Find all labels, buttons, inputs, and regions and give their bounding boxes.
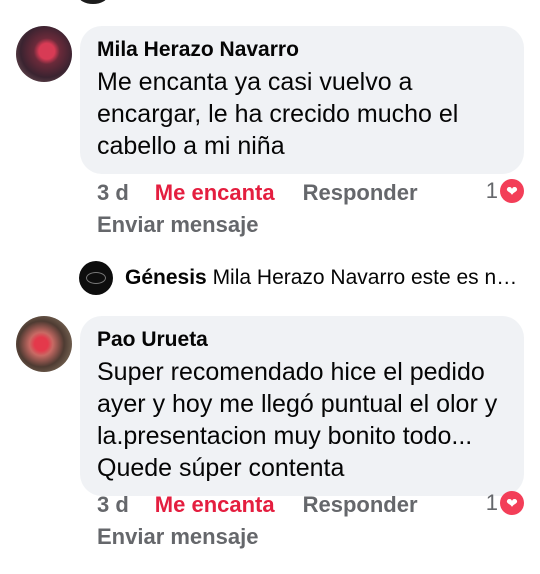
comment-timestamp[interactable]: 3 d	[97, 492, 129, 518]
heart-icon: ❤	[500, 179, 524, 203]
comment-text-line: Super recomendado hice el pedido	[97, 358, 485, 386]
reaction-count: 1	[485, 490, 498, 515]
reaction-summary[interactable]: 1 ❤	[486, 490, 524, 516]
reply-author: Génesis	[125, 266, 207, 289]
reply-preview-text: Génesis Mila Herazo Navarro este es nu..…	[125, 266, 520, 290]
reply-snippet: Mila Herazo Navarro este es nu...	[212, 266, 520, 289]
comment-author[interactable]: Mila Herazo Navarro	[97, 36, 508, 64]
reaction-summary[interactable]: 1 ❤	[486, 178, 524, 204]
comment-text-line: ayer y hoy me llegó puntual el olor y	[97, 390, 498, 418]
avatar[interactable]	[16, 26, 72, 82]
send-message-link[interactable]: Enviar mensaje	[97, 212, 258, 238]
comment-actions: 3 d Me encanta Responder	[97, 178, 418, 208]
reply-button[interactable]: Responder	[303, 492, 418, 518]
comment-author[interactable]: Pao Urueta	[97, 326, 508, 354]
avatar[interactable]	[16, 316, 72, 372]
comment-text-line: Me encanta ya casi vuelvo a	[97, 68, 413, 96]
comment-actions: 3 d Me encanta Responder	[97, 490, 418, 520]
comment-text-line: Quede súper contenta	[97, 454, 345, 482]
comment-text-line: la.presentacion muy bonito todo...	[97, 422, 473, 450]
avatar	[79, 261, 113, 295]
comment-timestamp[interactable]: 3 d	[97, 180, 129, 206]
reply-button[interactable]: Responder	[303, 180, 418, 206]
reaction-count: 1	[485, 178, 498, 203]
heart-icon: ❤	[500, 491, 524, 515]
comment-bubble: Pao Urueta Super recomendado hice el ped…	[80, 316, 524, 496]
love-reaction-button[interactable]: Me encanta	[155, 180, 275, 206]
send-message-link[interactable]: Enviar mensaje	[97, 524, 258, 550]
comment-text-line: encargar, le ha crecido mucho el	[97, 100, 459, 128]
love-reaction-button[interactable]: Me encanta	[155, 492, 275, 518]
comment-text: Me encanta ya casi vuelvo a encargar, le…	[97, 66, 508, 162]
comment-text: Super recomendado hice el pedido ayer y …	[97, 356, 508, 484]
reply-thread-preview[interactable]: Génesis Mila Herazo Navarro este es nu..…	[79, 261, 524, 295]
comment-bubble: Mila Herazo Navarro Me encanta ya casi v…	[80, 26, 524, 174]
previous-avatar-stub	[78, 0, 108, 4]
comment-text-line: cabello a mi niña	[97, 132, 285, 160]
